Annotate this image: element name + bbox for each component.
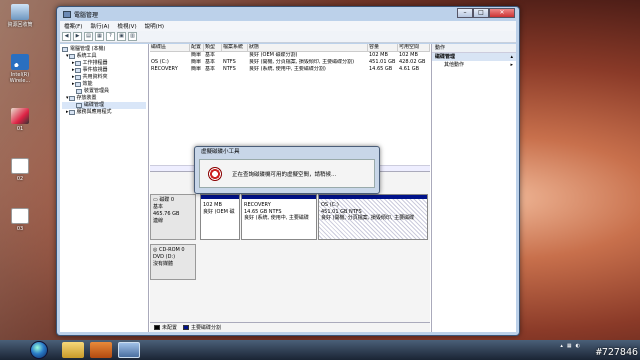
column-header[interactable]: 配置 xyxy=(190,44,204,51)
partition-recovery[interactable]: RECOVERY 14.65 GB NTFS 良好 (系統, 使用中, 主要磁碟 xyxy=(241,194,317,240)
table-row[interactable]: OS (C:) 簡單 基本 NTFS 良好 (開機, 分頁檔案, 損毀傾印, 主… xyxy=(150,59,430,66)
minimize-button[interactable]: – xyxy=(457,8,473,18)
close-button[interactable]: ✕ xyxy=(489,8,515,18)
legend-unallocated: 未配置 xyxy=(154,324,177,331)
desktop-icon-wireless[interactable]: Intel(R) Wirele... xyxy=(0,54,40,84)
console-tree-icon[interactable]: ▦ xyxy=(95,32,104,41)
partition-color-bar xyxy=(242,195,316,199)
chevron-right-icon: ▸ xyxy=(510,62,513,68)
window-controls: – □ ✕ xyxy=(457,8,515,18)
help-icon[interactable]: ? xyxy=(106,32,115,41)
tree-item-task-scheduler[interactable]: ▸ 工作排程器 xyxy=(62,60,146,67)
table-row[interactable]: 簡單 基本 良好 (OEM 磁碟分割) 102 MB 102 MB xyxy=(150,52,430,59)
tool-icon xyxy=(11,108,29,124)
column-header[interactable]: 狀態 xyxy=(248,44,368,51)
progress-dialog: 虛擬磁碟小工具 正在查詢磁碟機可用的虛擬空間，請稍候... xyxy=(194,146,380,194)
disk-0-row: ▭ 磁碟 0 基本 465.76 GB 連線 102 MB 良好 (OEM 磁 … xyxy=(150,194,430,240)
disk-0-info[interactable]: ▭ 磁碟 0 基本 465.76 GB 連線 xyxy=(150,194,196,240)
network-icon[interactable]: ▦ xyxy=(567,343,572,349)
tree-item-device-manager[interactable]: 裝置管理員 xyxy=(62,88,146,95)
column-header[interactable]: 可用空間 xyxy=(398,44,430,51)
partition-oem[interactable]: 102 MB 良好 (OEM 磁 xyxy=(200,194,240,240)
system-tray: ▴ ▦ ◐ xyxy=(560,343,580,349)
console-tree: 電腦管理 (本機) ▾ 系統工具 ▸ 工作排程器 ▸ 事件檢視器 ▸ 共用資料夾 ▸ 效能… xyxy=(60,44,149,332)
menu-view[interactable]: 檢視(V) xyxy=(114,22,141,30)
column-header[interactable]: 磁碟區 xyxy=(150,44,190,51)
tree-item-disk-management[interactable]: 磁碟管理 xyxy=(62,102,146,109)
toolbar: ◀ ▶ ▤ ▦ ? ▣ ▥ xyxy=(60,31,516,43)
partition-color-bar xyxy=(201,195,239,199)
tree-item-shared-folders[interactable]: ▸ 共用資料夾 xyxy=(62,74,146,81)
cdrom-0-row: ◎ CD-ROM 0 DVD (D:) 沒有媒體 xyxy=(150,244,430,280)
title-bar[interactable]: 電腦管理 xyxy=(57,7,519,21)
performance-icon xyxy=(74,82,81,87)
recycle-bin-icon xyxy=(11,4,29,20)
actions-header: 動作 xyxy=(432,44,516,53)
clock-icon xyxy=(74,61,81,66)
back-icon[interactable]: ◀ xyxy=(62,32,71,41)
wireless-icon xyxy=(11,54,29,70)
desktop-icon-03[interactable]: 03 xyxy=(0,208,40,232)
tray-up-icon[interactable]: ▴ xyxy=(560,343,563,349)
tree-item-system-tools[interactable]: ▾ 系統工具 xyxy=(62,53,146,60)
stop-icon xyxy=(208,166,222,181)
cdrom-0-info[interactable]: ◎ CD-ROM 0 DVD (D:) 沒有媒體 xyxy=(150,244,196,280)
tree-item-services[interactable]: ▸ 服務與應用程式 xyxy=(62,109,146,116)
desktop-icon-01[interactable]: 01 xyxy=(0,108,40,132)
dialog-message: 正在查詢磁碟機可用的虛擬空間，請稍候... xyxy=(232,171,337,178)
computer-management-icon xyxy=(63,10,71,18)
more-actions[interactable]: 其他動作 ▸ xyxy=(432,61,516,69)
menu-bar: 檔案(F) 執行(A) 檢視(V) 說明(H) xyxy=(60,21,516,31)
tree-item-storage[interactable]: ▾ 存放裝置 xyxy=(62,95,146,102)
tree-item-event-viewer[interactable]: ▸ 事件檢視器 xyxy=(62,67,146,74)
start-button[interactable] xyxy=(30,341,48,359)
menu-action[interactable]: 執行(A) xyxy=(86,22,113,30)
column-header[interactable]: 類型 xyxy=(204,44,222,51)
tree-item-computer-management[interactable]: 電腦管理 (本機) xyxy=(62,46,146,53)
dialog-title: 虛擬磁碟小工具 xyxy=(201,149,240,155)
dialog-body: 正在查詢磁碟機可用的虛擬空間，請稍候... xyxy=(199,159,375,188)
menu-file[interactable]: 檔案(F) xyxy=(60,22,86,30)
storage-icon xyxy=(68,96,75,101)
desktop-icon-02[interactable]: 02 xyxy=(0,158,40,182)
column-header[interactable]: 檔案系統 xyxy=(222,44,248,51)
volume-icon[interactable]: ◐ xyxy=(576,343,580,349)
legend-primary: 主要磁碟分割 xyxy=(183,324,221,331)
menu-help[interactable]: 說明(H) xyxy=(141,22,168,30)
table-row[interactable]: RECOVERY 簡單 基本 NTFS 良好 (系統, 使用中, 主要磁碟分割)… xyxy=(150,66,430,73)
column-header[interactable]: 容量 xyxy=(368,44,398,51)
collapse-icon: ▴ xyxy=(510,54,513,60)
taskbar: ▴ ▦ ◐ xyxy=(0,340,640,360)
actions-pane: 動作 磁碟管理 ▴ 其他動作 ▸ xyxy=(431,44,516,332)
tools-icon xyxy=(68,54,75,59)
properties-icon[interactable]: ▣ xyxy=(117,32,126,41)
file-icon xyxy=(11,158,29,174)
partition-color-bar xyxy=(319,195,427,199)
watermark: #727846 xyxy=(595,347,638,358)
legend: 未配置 主要磁碟分割 xyxy=(150,322,430,332)
primary-swatch xyxy=(183,325,190,330)
forward-icon[interactable]: ▶ xyxy=(73,32,82,41)
device-icon xyxy=(76,89,82,94)
services-icon xyxy=(68,110,75,115)
tree-item-performance[interactable]: ▸ 效能 xyxy=(62,81,146,88)
desktop-icon-recycle-bin[interactable]: 資源回收筒 xyxy=(0,4,40,28)
file-icon xyxy=(11,208,29,224)
volume-list-header: 磁碟區 配置 類型 檔案系統 狀態 容量 可用空間 xyxy=(150,44,430,52)
up-icon[interactable]: ▤ xyxy=(84,32,93,41)
computer-management-taskbar-icon[interactable] xyxy=(118,342,140,358)
maximize-button[interactable]: □ xyxy=(473,8,489,18)
folder-icon xyxy=(74,75,81,80)
event-icon xyxy=(74,68,81,73)
partition-os-c[interactable]: OS (C:) 451.01 GB NTFS 良好 (開機, 分頁檔案, 損毀傾… xyxy=(318,194,428,240)
explorer-icon[interactable] xyxy=(62,342,84,358)
settings-icon[interactable]: ▥ xyxy=(128,32,137,41)
window-title: 電腦管理 xyxy=(74,11,99,19)
disk-icon xyxy=(76,103,82,108)
unallocated-swatch xyxy=(154,325,160,330)
actions-section-disk-management[interactable]: 磁碟管理 ▴ xyxy=(432,53,516,61)
computer-icon xyxy=(62,47,68,52)
media-player-icon[interactable] xyxy=(90,342,112,358)
disk-graphical-view: ▭ 磁碟 0 基本 465.76 GB 連線 102 MB 良好 (OEM 磁 … xyxy=(150,194,430,314)
